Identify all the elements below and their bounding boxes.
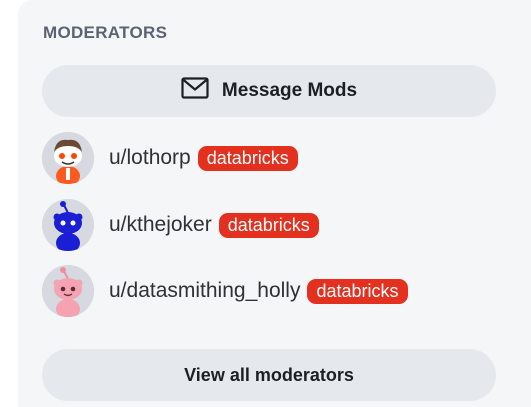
message-mods-button[interactable]: Message Mods: [42, 65, 496, 117]
moderator-row[interactable]: u/datasmithing_holly databricks: [42, 265, 492, 317]
moderator-username[interactable]: u/kthejoker: [109, 213, 212, 237]
moderators-heading: MODERATORS: [43, 23, 168, 42]
moderator-row[interactable]: u/lothorp databricks: [42, 132, 492, 184]
user-flair-badge: databricks: [218, 212, 319, 238]
mail-icon: [181, 77, 222, 105]
view-all-moderators-button[interactable]: View all moderators: [42, 349, 496, 401]
snoo-avatar-blue[interactable]: [42, 199, 94, 251]
user-flair-badge: databricks: [197, 145, 298, 171]
moderator-row[interactable]: u/kthejoker databricks: [42, 199, 492, 251]
moderator-username[interactable]: u/datasmithing_holly: [109, 279, 300, 303]
message-mods-label: Message Mods: [221, 80, 358, 101]
user-flair-badge: databricks: [307, 278, 408, 304]
snoo-avatar-pink[interactable]: [42, 265, 94, 317]
snoo-avatar-orange[interactable]: [42, 132, 94, 184]
moderator-username[interactable]: u/lothorp: [109, 146, 191, 170]
